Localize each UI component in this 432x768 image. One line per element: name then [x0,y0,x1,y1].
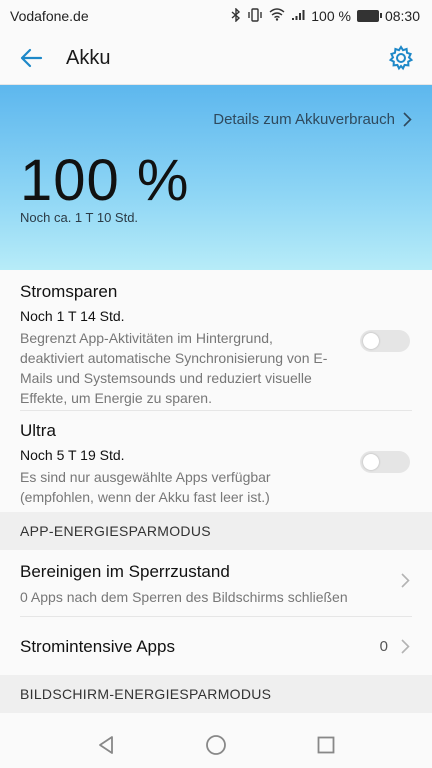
power-saving-duration: Noch 1 T 14 Std. [20,308,125,324]
power-modes: Stromsparen Noch 1 T 14 Std. Begrenzt Ap… [0,270,432,512]
vibrate-icon [247,7,263,25]
recents-nav-icon[interactable] [306,725,346,765]
chevron-right-icon [401,572,410,593]
home-nav-icon[interactable] [196,725,236,765]
power-saving-toggle[interactable] [360,330,410,352]
carrier-label: Vodafone.de [10,8,89,24]
power-intensive-apps-title: Stromintensive Apps [20,637,175,656]
clock: 08:30 [384,8,420,24]
battery-level: 100 % [20,148,190,213]
battery-details-label: Details zum Akkuverbrauch [213,111,395,128]
chevron-right-icon [403,112,412,127]
power-saving-title: Stromsparen [20,282,118,301]
toggle-knob [363,333,379,349]
lock-screen-cleanup-title: Bereinigen im Sperrzustand [20,562,230,581]
status-icons: 100 % 08:30 [231,6,420,25]
navigation-bar [0,722,432,768]
lock-screen-cleanup-subtitle: 0 Apps nach dem Sperren des Bildschirms … [20,589,348,605]
gear-icon[interactable] [386,43,416,73]
battery-percent: 100 % [311,8,351,24]
ultra-item[interactable]: Ultra Noch 5 T 19 Std. Es sind nur ausge… [0,411,432,512]
power-saving-description: Begrenzt App-Aktivitäten im Hintergrund,… [20,330,328,406]
status-bar: Vodafone.de 100 % 08:30 [0,0,432,32]
chevron-right-icon [401,638,410,659]
battery-hero: Details zum Akkuverbrauch 100 % Noch ca.… [0,85,432,270]
power-saving-item[interactable]: Stromsparen Noch 1 T 14 Std. Begrenzt Ap… [0,270,432,410]
battery-remaining: Noch ca. 1 T 10 Std. [20,210,139,225]
ultra-duration: Noch 5 T 19 Std. [20,447,125,463]
lock-screen-cleanup-row[interactable]: Bereinigen im Sperrzustand 0 Apps nach d… [0,550,432,616]
app-power-section-header: APP-ENERGIESPARMODUS [0,512,432,550]
ultra-description: Es sind nur ausgewählte Apps verfügbar (… [20,469,271,505]
battery-icon [356,10,382,22]
ultra-toggle[interactable] [360,451,410,473]
power-intensive-apps-row[interactable]: Stromintensive Apps 0 [0,617,432,675]
back-nav-icon[interactable] [86,725,126,765]
app-bar: Akku [0,32,432,85]
screen-power-section-header: BILDSCHIRM-ENERGIESPARMODUS [0,675,432,713]
ultra-title: Ultra [20,421,56,440]
bluetooth-icon [231,6,241,25]
toggle-knob [363,454,379,470]
back-arrow-icon[interactable] [16,43,46,73]
power-intensive-apps-count: 0 [379,638,388,655]
wifi-icon [269,8,285,24]
signal-icon [291,9,305,24]
page-title: Akku [66,46,111,69]
battery-details-link[interactable]: Details zum Akkuverbrauch [213,111,412,128]
